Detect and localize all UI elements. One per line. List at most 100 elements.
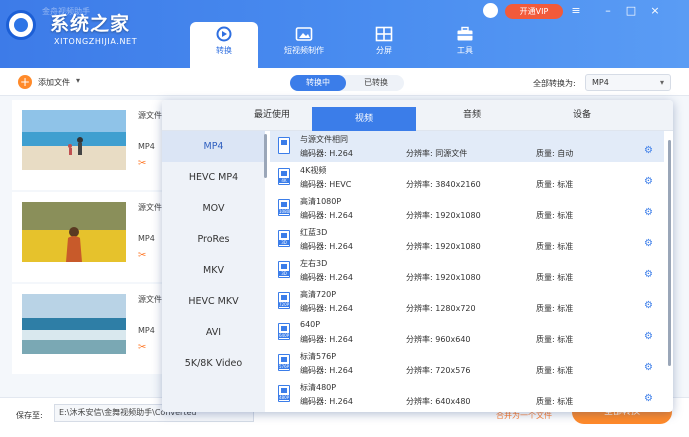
format-item[interactable]: MOV [162,193,265,224]
preset-row[interactable]: 576P 标清576P 编码器: H.264 分辨率: 720x576 质量: … [270,348,664,379]
preset-list: 与源文件相同 编码器: H.264 分辨率: 同源文件 质量: 自动 ⚙ 4K … [270,131,667,412]
preset-row[interactable]: 4K 4K视频 编码器: HEVC 分辨率: 3840x2160 质量: 标准 … [270,162,664,193]
tab-audio[interactable]: 音频 [420,100,524,131]
file-item[interactable]: 源文件 MP4 ✂ [12,192,172,282]
preset-row[interactable]: 720P 高清720P 编码器: H.264 分辨率: 1280x720 质量:… [270,286,664,317]
preset-codec: 编码器: H.264 [300,366,353,375]
preset-row[interactable]: 3D 左右3D 编码器: H.264 分辨率: 1920x1080 质量: 标准… [270,255,664,286]
edit-icon[interactable]: ✂ [138,158,146,169]
preset-name: 4K视频 [300,166,327,175]
tab-convert-label: 转换 [216,46,232,55]
preset-row[interactable]: 640P 640P 编码器: H.264 分辨率: 960x640 质量: 标准… [270,317,664,348]
preset-row[interactable]: 480P 标清480P 编码器: H.264 分辨率: 640x480 质量: … [270,379,664,410]
tab-recent[interactable]: 最近使用 [222,100,322,131]
format-list-scrollbar[interactable] [264,134,267,178]
logo-icon [6,10,36,40]
edit-icon[interactable]: ✂ [138,342,146,353]
preset-codec: 编码器: HEVC [300,180,352,189]
gear-icon[interactable]: ⚙ [644,300,653,311]
logo-title: 系统之家 [50,13,131,35]
preset-name: 标清576P [300,352,337,361]
gear-icon[interactable]: ⚙ [644,207,653,218]
header-bar: 金舟视频助手 系统之家 XITONGZHIJIA.NET 转换 短视频制作 分屏… [0,0,689,68]
preset-name: 红蓝3D [300,228,328,237]
preset-quality: 质量: 标准 [536,180,574,189]
video-file-icon: 3D [278,261,290,278]
format-item[interactable]: MP4 [162,131,265,162]
add-file-icon[interactable]: + [18,75,32,89]
preset-quality: 质量: 标准 [536,335,574,344]
tab-split-screen-label: 分屏 [376,46,392,55]
preset-codec: 编码器: H.264 [300,273,353,282]
preset-list-scrollbar[interactable] [668,140,671,366]
seg-converted[interactable]: 已转换 [348,75,404,91]
video-file-icon: 640P [278,323,290,340]
format-item[interactable]: HEVC MKV [162,286,265,317]
format-item[interactable]: ProRes [162,224,265,255]
shield-icon[interactable] [483,3,498,18]
toolbox-icon [457,26,473,41]
tab-short-video-label: 短视频制作 [284,46,324,55]
file-item[interactable]: 源文件 MP4 ✂ [12,284,172,374]
video-thumbnail [22,294,126,354]
format-item[interactable]: MKV [162,255,265,286]
file-format: MP4 [138,234,155,243]
save-label: 保存至: [16,411,43,420]
preset-resolution: 分辨率: 1920x1080 [406,273,481,282]
preset-resolution: 分辨率: 1920x1080 [406,242,481,251]
preset-codec: 编码器: H.264 [300,335,353,344]
preset-name: 与源文件相同 [300,135,348,144]
gear-icon[interactable]: ⚙ [644,145,653,156]
format-item[interactable]: HEVC MP4 [162,162,265,193]
preset-name: 高清720P [300,290,337,299]
seg-converting[interactable]: 转换中 [290,75,346,91]
gear-icon[interactable]: ⚙ [644,362,653,373]
toolbar: + 添加文件 ▾ 转换中 已转换 全部转换为: MP4 ▾ [0,68,689,96]
preset-codec: 编码器: H.264 [300,149,353,158]
minimize-icon[interactable]: – [601,4,615,18]
file-format: MP4 [138,142,155,151]
gear-icon[interactable]: ⚙ [644,238,653,249]
preset-row[interactable]: 1080P 高清1080P 编码器: H.264 分辨率: 1920x1080 … [270,193,664,224]
add-file-button[interactable]: 添加文件 [38,77,70,88]
gear-icon[interactable]: ⚙ [644,176,653,187]
vip-button[interactable]: 开通VIP [505,4,563,19]
file-item[interactable]: 源文件 MP4 ✂ [12,100,172,190]
preset-name: 标清480P [300,383,337,392]
gear-icon[interactable]: ⚙ [644,269,653,280]
gear-icon[interactable]: ⚙ [644,331,653,342]
format-list: MP4 HEVC MP4 MOV ProRes MKV HEVC MKV AVI… [162,131,265,412]
preset-quality: 质量: 标准 [536,242,574,251]
video-file-icon: 3D [278,230,290,247]
edit-icon[interactable]: ✂ [138,250,146,261]
preset-quality: 质量: 标准 [536,397,574,406]
preset-quality: 质量: 自动 [536,149,574,158]
video-file-icon: 576P [278,354,290,371]
chevron-down-icon[interactable]: ▾ [76,76,80,85]
video-thumbnail [22,110,126,170]
preset-row[interactable]: 与源文件相同 编码器: H.264 分辨率: 同源文件 质量: 自动 ⚙ [270,131,664,162]
preset-row[interactable]: 3D 红蓝3D 编码器: H.264 分辨率: 1920x1080 质量: 标准… [270,224,664,255]
format-item[interactable]: 5K/8K Video [162,348,265,379]
maximize-icon[interactable]: □ [624,4,638,18]
split-screen-icon [375,26,393,42]
tab-convert[interactable]: 转换 [190,22,258,68]
preset-codec: 编码器: H.264 [300,242,353,251]
short-video-icon [295,27,313,41]
format-popup: 最近使用 视频 音频 设备 MP4 HEVC MP4 MOV ProRes MK… [162,100,673,412]
preset-resolution: 分辨率: 1920x1080 [406,211,481,220]
format-item[interactable]: AVI [162,317,265,348]
close-icon[interactable]: × [648,4,662,18]
preset-resolution: 分辨率: 同源文件 [406,149,468,158]
tab-short-video[interactable]: 短视频制作 [270,22,338,68]
video-file-icon: 1080P [278,199,292,216]
tab-video[interactable]: 视频 [312,107,416,131]
video-file-icon: 720P [278,292,290,309]
convert-all-select[interactable]: MP4 ▾ [585,74,671,91]
gear-icon[interactable]: ⚙ [644,393,653,404]
menu-icon[interactable]: ≡ [569,4,583,18]
tab-split-screen[interactable]: 分屏 [350,22,418,68]
tab-device[interactable]: 设备 [532,100,632,131]
preset-codec: 编码器: H.264 [300,211,353,220]
tab-tools[interactable]: 工具 [431,22,499,68]
